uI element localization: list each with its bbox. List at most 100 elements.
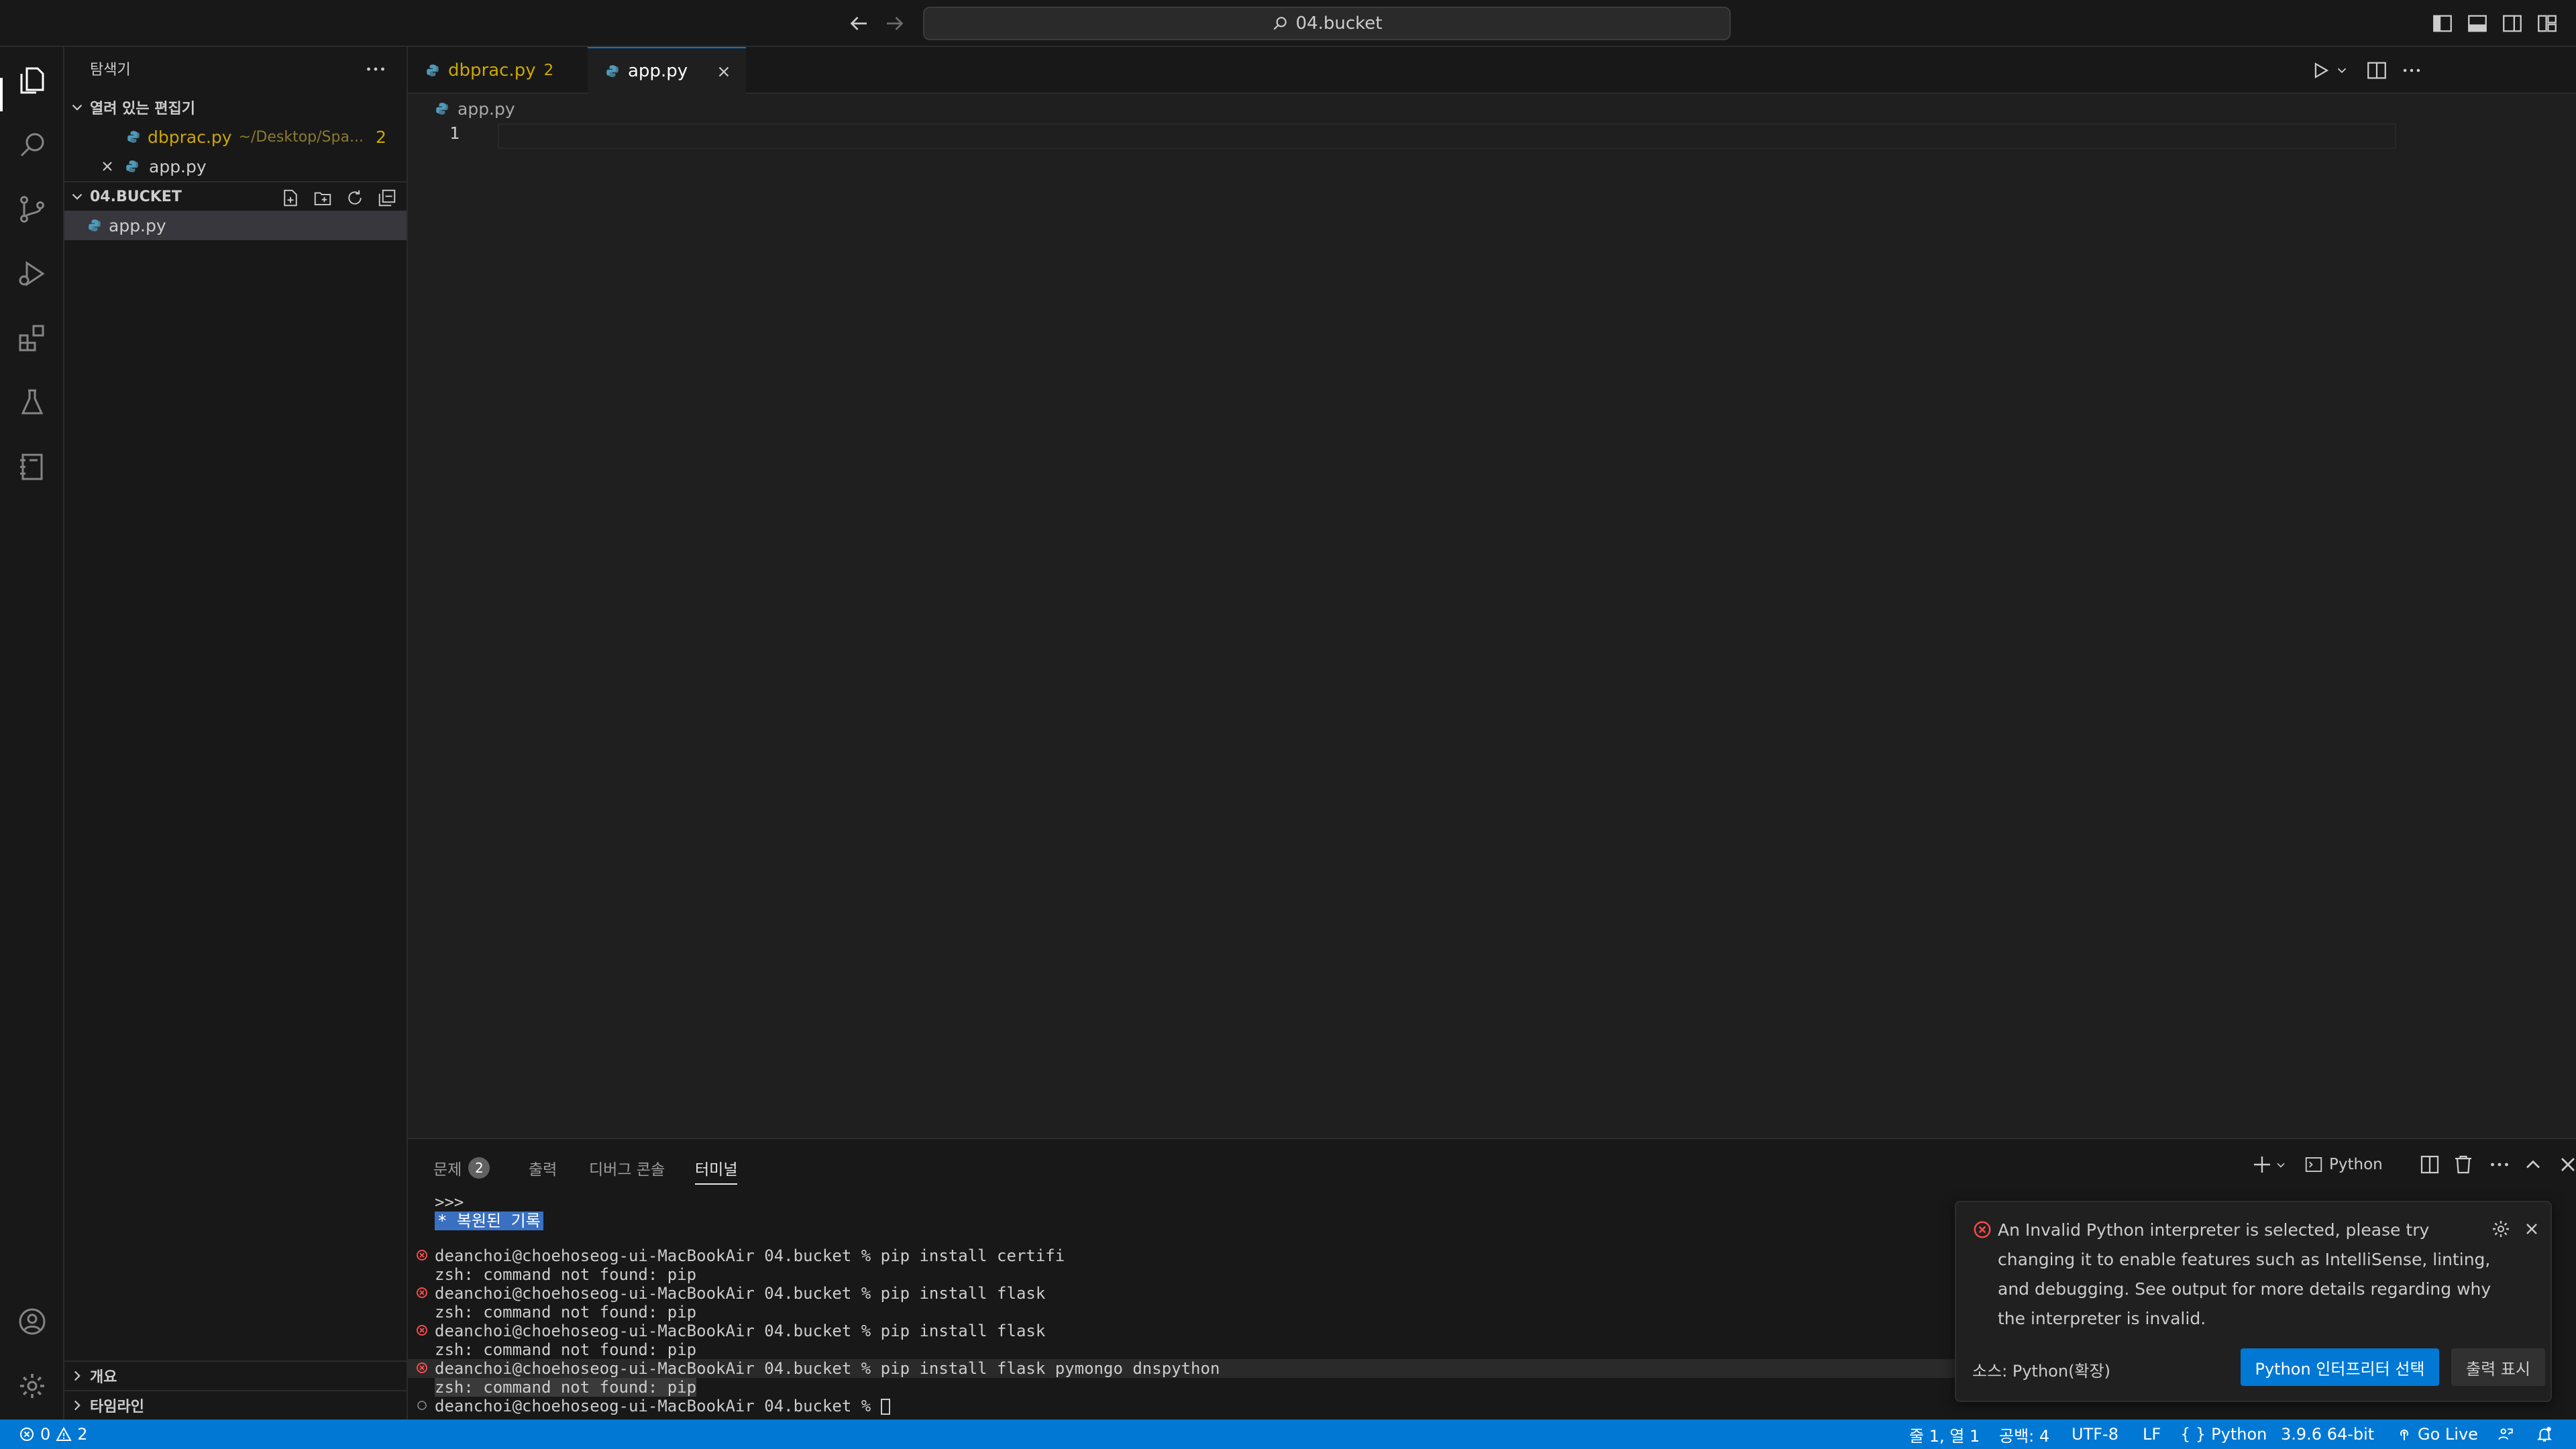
activity-bar <box>0 47 64 1419</box>
testing-flask-icon[interactable] <box>16 386 48 419</box>
notification-source: 소스: Python(확장) <box>1972 1362 2110 1381</box>
editor-tab-bar: dbprac.py 2 app.py <box>408 47 2576 94</box>
explorer-icon[interactable] <box>16 64 48 97</box>
chevron-right-icon <box>68 1397 86 1414</box>
file-encoding[interactable]: UTF-8 <box>2072 1419 2118 1449</box>
terminal-shell-label: Python <box>2329 1156 2383 1173</box>
tab-label: 출력 <box>529 1161 557 1179</box>
command-center-search[interactable]: 04.bucket <box>923 7 1731 40</box>
code-editor[interactable]: 1 <box>408 123 2576 1138</box>
show-output-button[interactable]: 출력 표시 <box>2451 1348 2545 1386</box>
invalid-interpreter-notification: An Invalid Python interpreter is selecte… <box>1955 1201 2552 1402</box>
run-and-debug-icon[interactable] <box>16 258 48 290</box>
terminal-line: deanchoi@choehoseog-ui-MacBookAir 04.buc… <box>435 1359 1220 1378</box>
command-error-icon[interactable] <box>416 1249 428 1261</box>
title-bar: 04.bucket <box>0 0 2576 47</box>
new-folder-icon[interactable] <box>313 188 333 208</box>
open-editors-header[interactable]: 열려 있는 편집기 <box>64 93 407 122</box>
close-icon[interactable] <box>99 158 115 174</box>
terminal-line: zsh: command not found: pip <box>435 1340 697 1359</box>
source-control-icon[interactable] <box>16 193 48 225</box>
toggle-primary-sidebar-icon[interactable] <box>2431 12 2454 35</box>
python-file-icon <box>425 63 440 78</box>
terminal-line: zsh: command not found: pip <box>435 1378 697 1397</box>
new-terminal-plus-icon[interactable] <box>2250 1152 2274 1177</box>
go-live-button[interactable]: Go Live <box>2396 1419 2478 1449</box>
python-interpreter[interactable]: 3.9.6 64-bit <box>2281 1419 2374 1449</box>
open-editor-item[interactable]: app.py <box>64 152 407 181</box>
warning-icon <box>56 1426 72 1442</box>
file-tree-label: app.py <box>109 215 166 235</box>
extensions-icon[interactable] <box>16 322 48 354</box>
close-icon[interactable] <box>715 63 733 80</box>
error-icon <box>19 1426 35 1442</box>
editor-more-actions-icon[interactable] <box>2400 59 2423 82</box>
end-of-line[interactable]: LF <box>2143 1419 2161 1449</box>
python-file-icon <box>435 101 449 116</box>
run-dropdown-chevron-icon[interactable] <box>2334 63 2349 78</box>
language-label: Python <box>2211 1425 2267 1444</box>
warning-count: 2 <box>77 1425 88 1444</box>
customize-layout-icon[interactable] <box>2536 12 2559 35</box>
tab-dbprac[interactable]: dbprac.py 2 <box>408 47 588 94</box>
line-number: 1 <box>449 123 460 143</box>
timeline-header[interactable]: 타임라인 <box>64 1390 407 1419</box>
notification-settings-gear-icon[interactable] <box>2490 1218 2512 1240</box>
open-editor-path: ~/Desktop/Spa... <box>238 128 364 146</box>
select-interpreter-button[interactable]: Python 인터프리터 선택 <box>2241 1348 2439 1386</box>
breadcrumb-file[interactable]: app.py <box>458 99 515 119</box>
search-icon[interactable] <box>16 129 48 161</box>
indentation[interactable]: 공백: 4 <box>1999 1419 2049 1449</box>
close-panel-icon[interactable] <box>2556 1152 2576 1177</box>
sidebar-title: 탐색기 <box>90 62 131 78</box>
forward-arrow-icon[interactable] <box>883 11 907 36</box>
notification-message: An Invalid Python interpreter is selecte… <box>1998 1220 2491 1328</box>
feedback-icon[interactable] <box>2497 1419 2514 1449</box>
command-error-icon[interactable] <box>416 1287 428 1299</box>
terminal-dropdown-chevron-icon[interactable] <box>2274 1152 2288 1177</box>
go-live-label: Go Live <box>2418 1425 2478 1444</box>
collapse-all-icon[interactable] <box>377 188 397 208</box>
new-file-icon[interactable] <box>280 188 301 208</box>
terminal-shell-selector[interactable]: Python <box>2304 1152 2398 1177</box>
panel-more-actions-icon[interactable] <box>2487 1152 2512 1177</box>
tab-debug-console[interactable]: 디버그 콘솔 <box>589 1157 665 1179</box>
toggle-secondary-sidebar-icon[interactable] <box>2501 12 2524 35</box>
run-python-file-icon[interactable] <box>2309 59 2332 82</box>
error-icon <box>1972 1220 1992 1240</box>
back-arrow-icon[interactable] <box>847 11 871 36</box>
folder-header[interactable]: 04.BUCKET <box>64 181 407 211</box>
kill-terminal-trash-icon[interactable] <box>2451 1152 2475 1177</box>
command-error-icon[interactable] <box>416 1324 428 1336</box>
tab-terminal[interactable]: 터미널 <box>695 1157 738 1185</box>
tab-problems[interactable]: 문제 2 <box>433 1157 490 1179</box>
command-pending-icon[interactable] <box>416 1399 428 1411</box>
open-editor-item[interactable]: dbprac.py ~/Desktop/Spa... 2 <box>64 122 407 152</box>
split-terminal-icon[interactable] <box>2418 1152 2442 1177</box>
close-notification-icon[interactable] <box>2522 1220 2541 1238</box>
language-mode[interactable]: { } Python <box>2180 1419 2267 1449</box>
refresh-icon[interactable] <box>345 188 365 208</box>
open-editor-filename: dbprac.py <box>148 127 232 147</box>
tab-output[interactable]: 출력 <box>529 1157 557 1179</box>
tab-label: 디버그 콘솔 <box>589 1161 665 1179</box>
cursor-position[interactable]: 줄 1, 열 1 <box>1909 1419 1980 1449</box>
notifications-bell-icon[interactable] <box>2536 1419 2553 1449</box>
problems-status[interactable]: 0 2 <box>19 1419 88 1449</box>
terminal-line: zsh: command not found: pip <box>435 1303 697 1322</box>
split-editor-icon[interactable] <box>2365 59 2388 82</box>
settings-gear-icon[interactable] <box>16 1370 48 1402</box>
accounts-icon[interactable] <box>16 1305 48 1338</box>
breadcrumb[interactable]: app.py <box>408 94 515 123</box>
outline-header[interactable]: 개요 <box>64 1360 407 1390</box>
toggle-panel-icon[interactable] <box>2466 12 2489 35</box>
file-tree-item[interactable]: app.py <box>64 211 407 240</box>
more-actions-icon[interactable] <box>364 59 388 79</box>
tab-app[interactable]: app.py <box>588 47 746 94</box>
command-error-icon[interactable] <box>416 1362 428 1374</box>
terminal-line: deanchoi@choehoseog-ui-MacBookAir 04.buc… <box>435 1284 1046 1303</box>
notebook-icon[interactable] <box>16 451 48 483</box>
maximize-panel-chevron-up-icon[interactable] <box>2521 1152 2545 1177</box>
tab-label: 터미널 <box>695 1161 738 1179</box>
explorer-sidebar: 탐색기 열려 있는 편집기 dbprac.py ~/Desktop/Spa...… <box>64 47 408 1419</box>
